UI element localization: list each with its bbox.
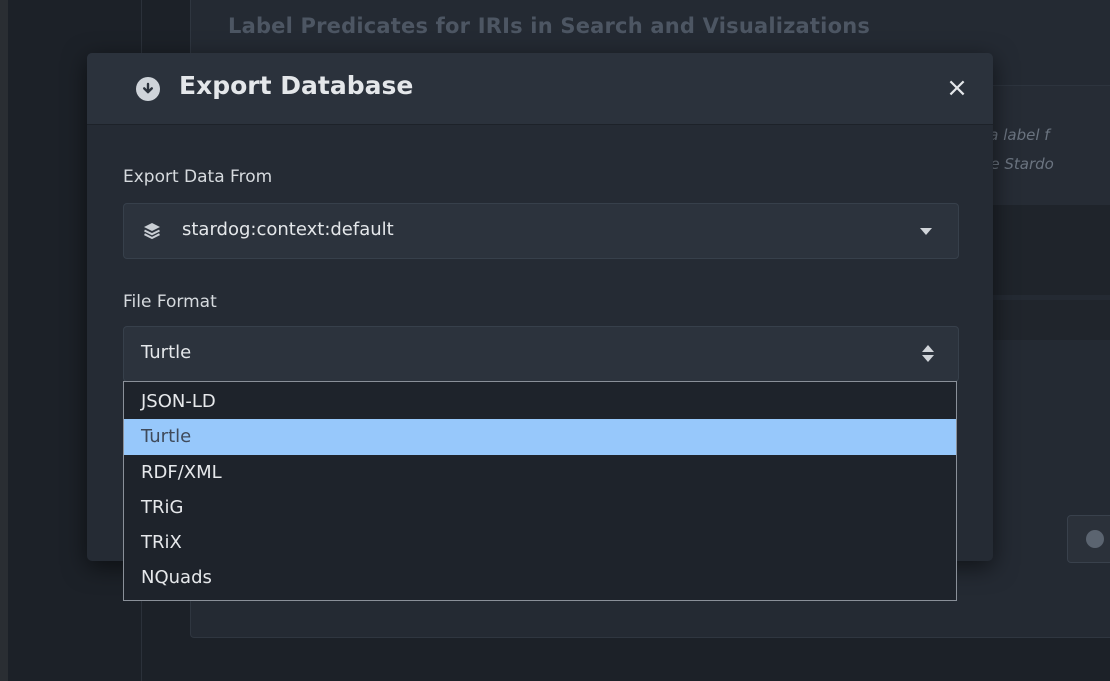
file-format-value: Turtle (141, 342, 192, 363)
download-circle-icon (136, 77, 160, 101)
download-icon (1086, 530, 1104, 548)
option-nquads[interactable]: NQuads (124, 560, 956, 596)
file-format-select[interactable]: Turtle (123, 326, 959, 382)
modal-title: Export Database (179, 71, 414, 100)
option-trig[interactable]: TRiG (124, 490, 956, 526)
left-edge-strip (0, 0, 8, 681)
export-from-select[interactable]: stardog:context:default (123, 203, 959, 259)
file-format-options: JSON-LD Turtle RDF/XML TRiG TRiX NQuads (123, 381, 957, 601)
panel-heading: Label Predicates for IRIs in Search and … (228, 14, 871, 38)
option-turtle[interactable]: Turtle (124, 419, 956, 455)
file-format-label: File Format (123, 292, 217, 312)
option-json-ld[interactable]: JSON-LD (124, 384, 956, 420)
layers-icon (144, 223, 160, 239)
export-from-label: Export Data From (123, 167, 273, 187)
close-button[interactable]: × (942, 73, 972, 103)
modal-header: Export Database × (87, 53, 993, 125)
option-rdf-xml[interactable]: RDF/XML (124, 455, 956, 491)
export-from-value: stardog:context:default (182, 219, 394, 240)
sort-arrows-icon (922, 345, 934, 363)
option-trix[interactable]: TRiX (124, 525, 956, 561)
caret-down-icon (920, 228, 932, 235)
